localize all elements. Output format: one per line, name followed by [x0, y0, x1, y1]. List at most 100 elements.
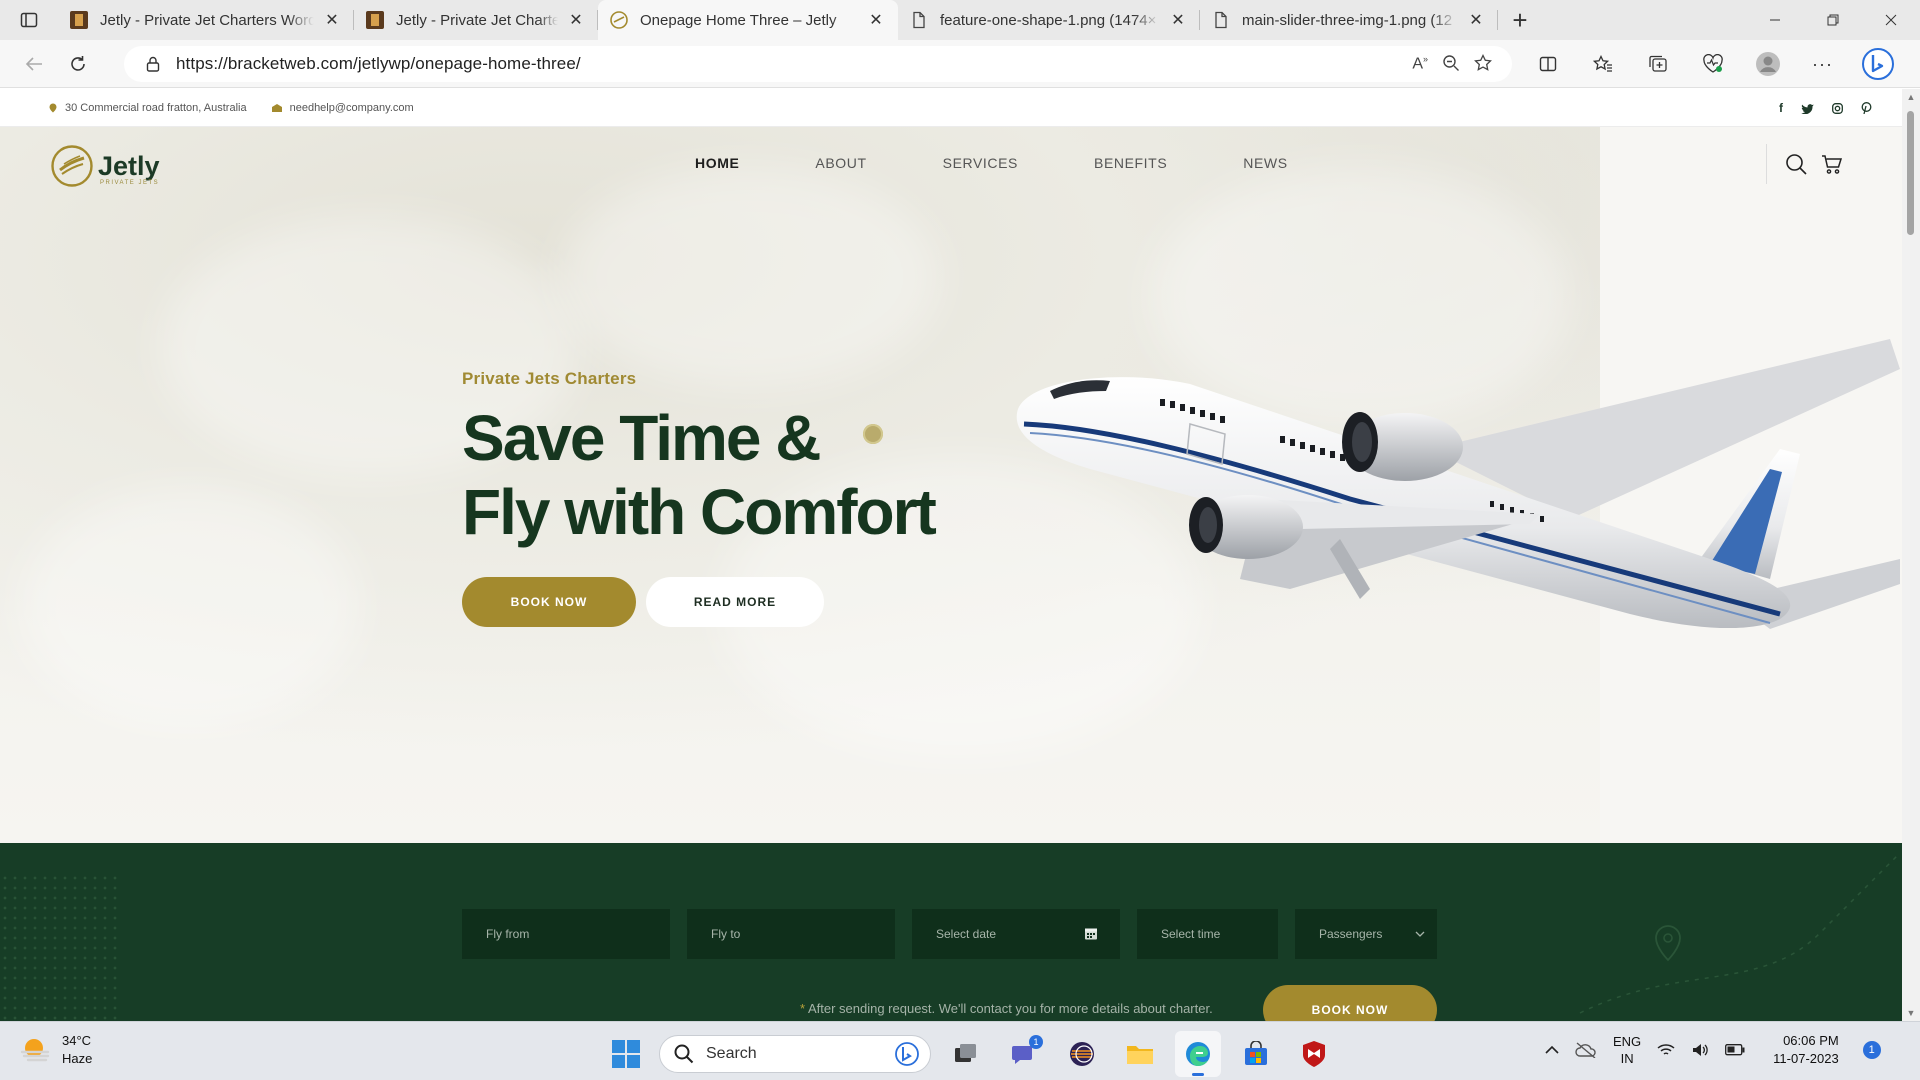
time-field[interactable]: Select time	[1137, 909, 1278, 959]
hero-copy: Private Jets Charters Save Time & Fly wi…	[462, 369, 937, 549]
profile-avatar-icon[interactable]	[1740, 44, 1795, 84]
browser-tab[interactable]: Jetly - Private Jet Charters WordP ✕	[354, 0, 598, 40]
edge-browser-button[interactable]	[1175, 1031, 1221, 1077]
site-logo[interactable]: Jetly PRIVATE JETS	[50, 144, 160, 188]
url-field[interactable]: https://bracketweb.com/jetlywp/onepage-h…	[124, 46, 1512, 82]
passengers-select[interactable]: Passengers	[1295, 909, 1437, 959]
browser-tab[interactable]: main-slider-three-img-1.png (12 ✕	[1200, 0, 1498, 40]
close-window-button[interactable]	[1862, 0, 1920, 40]
twitter-icon[interactable]	[1801, 103, 1814, 114]
email-text[interactable]: needhelp@company.com	[290, 102, 414, 114]
wifi-icon[interactable]	[1657, 1043, 1675, 1057]
language-code: ENG	[1613, 1034, 1642, 1049]
cart-icon[interactable]	[1821, 153, 1843, 175]
weather-temp: 34°C	[62, 1033, 92, 1048]
back-button[interactable]	[12, 44, 56, 84]
nav-news[interactable]: NEWS	[1243, 155, 1287, 171]
close-tab-icon[interactable]: ✕	[1466, 10, 1486, 30]
clock-time: 06:06 PM	[1783, 1033, 1839, 1048]
fly-to-placeholder: Fly to	[711, 927, 741, 941]
booking-book-now-button[interactable]: BOOK NOW	[1263, 985, 1437, 1021]
tab-strip: Jetly - Private Jet Charters WordP ✕ Jet…	[0, 0, 1920, 40]
tab-actions-button[interactable]	[0, 0, 58, 40]
collections-icon[interactable]	[1630, 44, 1685, 84]
search-placeholder: Search	[706, 1045, 757, 1062]
close-tab-icon[interactable]: ✕	[322, 10, 342, 30]
taskbar-search[interactable]: Search	[659, 1035, 931, 1073]
social-links: f	[1779, 89, 1872, 127]
scrollbar-thumb[interactable]	[1907, 111, 1914, 235]
new-tab-button[interactable]: +	[1498, 0, 1542, 40]
split-screen-icon[interactable]	[1520, 44, 1575, 84]
date-field[interactable]: Select date	[912, 909, 1120, 959]
window-controls	[1746, 0, 1920, 40]
battery-icon[interactable]	[1725, 1044, 1745, 1056]
zoom-out-icon[interactable]	[1442, 54, 1460, 72]
jetly-logo-icon	[51, 145, 93, 187]
instagram-icon[interactable]	[1832, 102, 1843, 114]
tab-title: Jetly - Private Jet Charters WordP	[100, 11, 314, 29]
file-explorer-button[interactable]	[1117, 1031, 1163, 1077]
lock-icon	[146, 56, 160, 72]
restore-button[interactable]	[1804, 0, 1862, 40]
address-info: 30 Commercial road fratton, Australia	[48, 102, 247, 114]
decorative-dot	[863, 424, 883, 444]
nav-about[interactable]: ABOUT	[815, 155, 866, 171]
read-more-button[interactable]: READ MORE	[646, 577, 824, 627]
mcafee-button[interactable]	[1291, 1031, 1337, 1077]
close-tab-icon[interactable]: ✕	[1168, 10, 1188, 30]
store-icon	[1245, 1041, 1267, 1065]
browser-tab-active[interactable]: Onepage Home Three – Jetly ✕	[598, 0, 898, 40]
microsoft-store-button[interactable]	[1233, 1031, 1279, 1077]
bing-copilot-icon[interactable]	[1850, 44, 1905, 84]
scroll-down-arrow[interactable]: ▼	[1906, 1008, 1916, 1018]
clock[interactable]: 06:06 PM 11-07-2023	[1773, 1032, 1839, 1068]
eclipse-button[interactable]	[1059, 1031, 1105, 1077]
refresh-icon	[71, 55, 85, 71]
file-icon	[1212, 11, 1230, 29]
refresh-button[interactable]	[56, 44, 100, 84]
start-button[interactable]	[605, 1033, 647, 1075]
book-now-button[interactable]: BOOK NOW	[462, 577, 636, 627]
close-tab-icon[interactable]: ✕	[866, 10, 886, 30]
nav-services[interactable]: SERVICES	[943, 155, 1018, 171]
facebook-icon[interactable]: f	[1779, 101, 1783, 115]
nav-benefits[interactable]: BENEFITS	[1094, 155, 1167, 171]
airplane-image	[1016, 339, 1900, 629]
language-indicator[interactable]: ENG IN	[1613, 1033, 1641, 1067]
weather-widget[interactable]: 34°C Haze	[20, 1032, 92, 1068]
teams-chat-button[interactable]: 1	[1001, 1031, 1047, 1077]
browser-tab[interactable]: feature-one-shape-1.png (1474× ✕	[898, 0, 1200, 40]
onedrive-offline-icon[interactable]	[1575, 1042, 1597, 1058]
jetly-logo-favicon-icon	[610, 11, 628, 29]
volume-icon[interactable]	[1691, 1042, 1709, 1058]
browser-tab[interactable]: Jetly - Private Jet Charters WordP ✕	[58, 0, 354, 40]
more-options-icon[interactable]: ···	[1795, 44, 1850, 84]
scroll-up-arrow[interactable]: ▲	[1906, 92, 1916, 102]
folder-icon	[1127, 1046, 1153, 1064]
page-scrollbar[interactable]: ▲ ▼	[1902, 89, 1920, 1021]
read-aloud-icon[interactable]: A»	[1412, 54, 1428, 73]
notification-badge[interactable]: 1	[1862, 1041, 1881, 1059]
task-view-button[interactable]	[943, 1031, 989, 1077]
close-tab-icon[interactable]: ✕	[566, 10, 586, 30]
nav-home[interactable]: HOME	[695, 155, 739, 171]
minimize-button[interactable]	[1746, 0, 1804, 40]
fly-to-field[interactable]: Fly to	[687, 909, 895, 959]
favorite-star-icon[interactable]	[1474, 54, 1492, 72]
calendar-icon[interactable]	[1084, 926, 1098, 941]
chevron-up-icon[interactable]	[1545, 1045, 1559, 1055]
url-text: https://bracketweb.com/jetlywp/onepage-h…	[176, 54, 581, 73]
windows-taskbar: 34°C Haze Search 1 ENG IN 06:06 PM 11-07…	[0, 1021, 1920, 1080]
file-icon	[910, 11, 928, 29]
map-pin-icon	[49, 103, 57, 112]
favorites-icon[interactable]	[1575, 44, 1630, 84]
route-decoration-icon	[1579, 852, 1900, 1014]
browser-essentials-icon[interactable]	[1685, 44, 1740, 84]
taskbar-apps: Search 1	[605, 1031, 1337, 1077]
fly-from-placeholder: Fly from	[486, 927, 530, 941]
fly-from-field[interactable]: Fly from	[462, 909, 670, 959]
pinterest-icon[interactable]	[1861, 102, 1872, 114]
search-icon[interactable]	[1785, 153, 1807, 175]
email-info[interactable]: needhelp@company.com	[271, 102, 414, 114]
